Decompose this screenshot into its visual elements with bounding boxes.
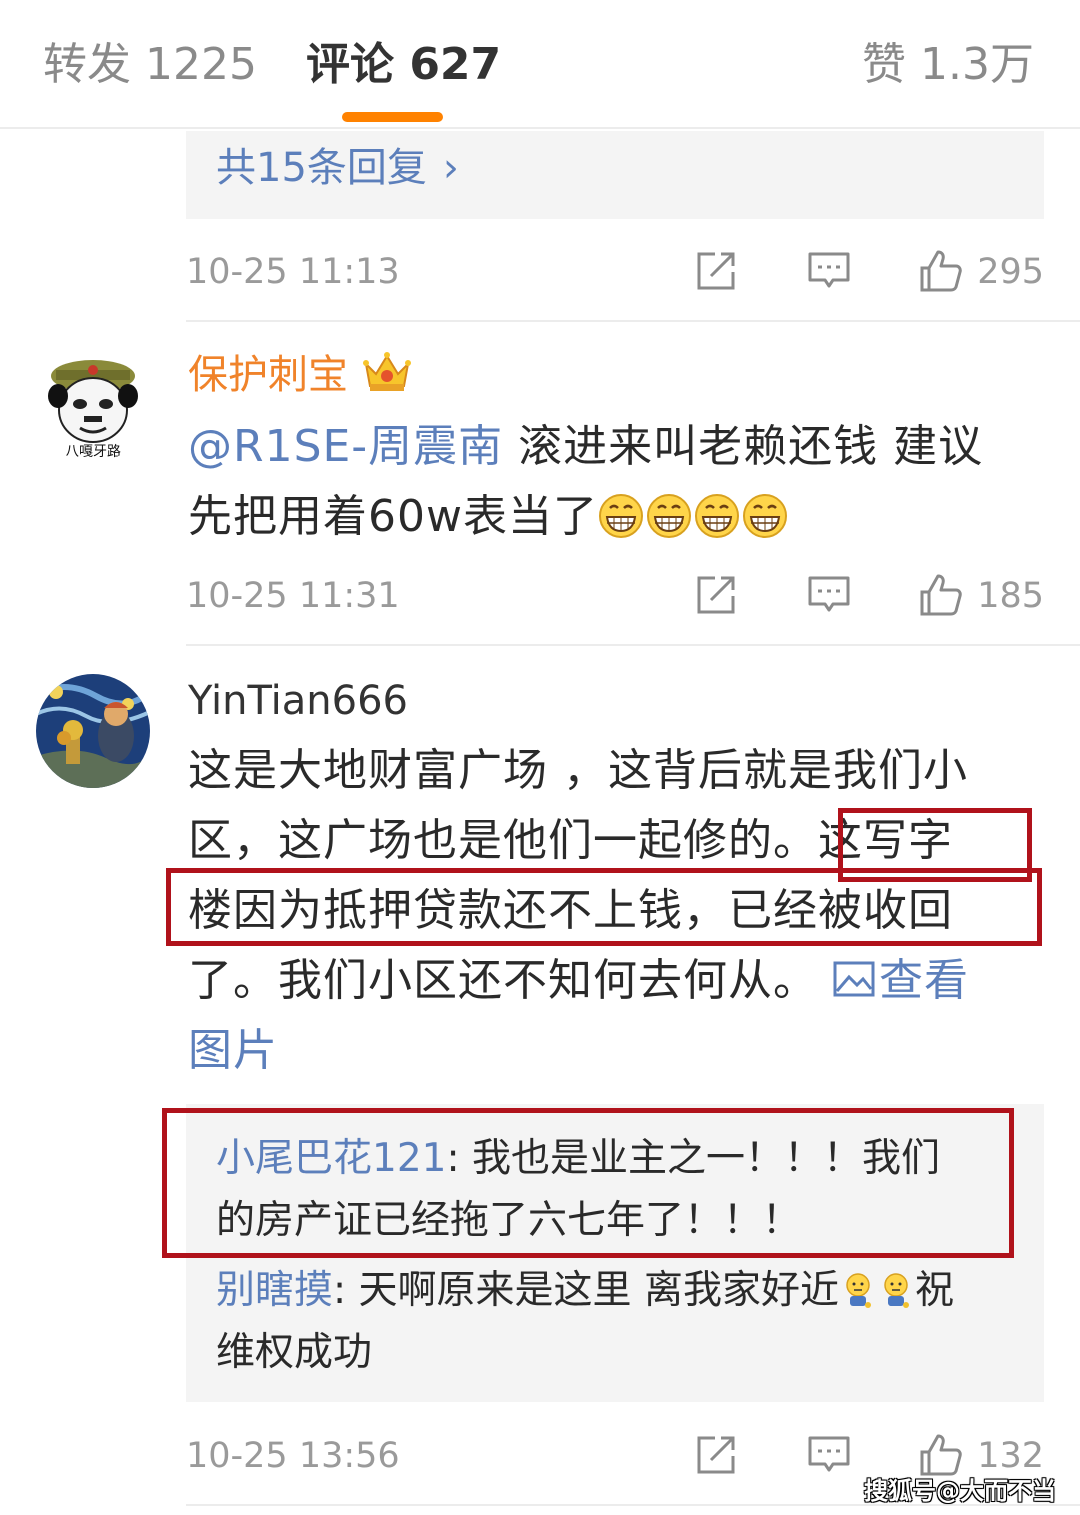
comment-line: 楼因为抵押贷款还不上钱，已经被收回 <box>188 885 953 936</box>
comment-time: 10-25 13:56 <box>186 1436 400 1476</box>
crown-badge-icon <box>362 350 412 394</box>
like-thumb-icon[interactable] <box>918 248 964 294</box>
like-count: 132 <box>977 1436 1044 1476</box>
tab-forward[interactable]: 转发 1225 <box>43 38 257 92</box>
grin-emoji-icon <box>694 490 740 538</box>
reply-icon[interactable] <box>806 248 852 294</box>
comment-line: 这是大地财富广场 ，这背后就是我们小 <box>188 745 968 796</box>
reply-item[interactable]: 小尾巴花121: 我也是业主之一！！！我们 的房产证已经拖了六七年了！！！ <box>216 1128 1026 1252</box>
comment-line: @R1SE-周震南 滚进来叫老赖还钱 建议 <box>188 412 1038 482</box>
comment-line: 先把用着60w表当了 <box>188 482 1038 552</box>
tab-bar: 转发 1225 评论 627 赞 1.3万 <box>0 0 1080 129</box>
watermark: 搜狐号@大而不当 <box>864 1477 1056 1505</box>
comment-text: 先把用着60w表当了 <box>188 491 598 542</box>
more-replies-label: 共15条回复 <box>216 145 427 191</box>
reply-username[interactable]: 别瞎摸 <box>216 1268 333 1313</box>
comment-body: 这是大地财富广场 ，这背后就是我们小 区，这广场也是他们一起修的。这写字 楼因为… <box>188 736 1038 1086</box>
active-tab-indicator <box>342 112 443 122</box>
share-icon[interactable] <box>693 1432 739 1478</box>
grin-emoji-icon <box>646 490 692 538</box>
panda-meme-avatar-icon: 八嘎牙路 <box>36 348 150 462</box>
starry-night-avatar-icon <box>36 674 150 788</box>
comment-meta-row: 10-25 11:31 185 <box>186 572 1044 620</box>
comment-time: 10-25 11:31 <box>186 576 400 616</box>
awkward-emoji-icon <box>841 1268 875 1308</box>
avatar[interactable]: 八嘎牙路 <box>36 348 150 462</box>
comment-line[interactable]: 图片 <box>188 1016 1038 1086</box>
comment-line: 区，这广场也是他们一起修的。这写字 <box>188 815 953 866</box>
reply-text: : 我也是业主之一！！！我们 <box>446 1136 940 1181</box>
comment-text: 滚进来叫老赖还钱 建议 <box>503 421 984 472</box>
share-icon[interactable] <box>693 248 739 294</box>
reply-line: 别瞎摸: 天啊原来是这里 离我家好近 祝 <box>216 1260 1026 1322</box>
reply-line: 的房产证已经拖了六七年了！！！ <box>216 1198 802 1243</box>
avatar[interactable] <box>36 674 150 788</box>
reply-icon[interactable] <box>806 572 852 618</box>
comment-username[interactable]: YinTian666 <box>188 676 408 726</box>
username-text: 保护刺宝 <box>188 352 348 398</box>
view-image-link[interactable]: 查看 <box>833 955 969 1006</box>
reply-line: 小尾巴花121: 我也是业主之一！！！我们 <box>216 1128 1026 1190</box>
svg-text:八嘎牙路: 八嘎牙路 <box>65 444 121 460</box>
reply-text: 祝 <box>914 1268 954 1313</box>
comment-time: 10-25 11:13 <box>186 252 400 292</box>
like-count: 295 <box>977 252 1044 292</box>
chevron-right-icon: › <box>442 145 459 191</box>
comment-username[interactable]: 保护刺宝 <box>188 350 412 400</box>
like-count: 185 <box>977 576 1044 616</box>
grin-emoji-icon <box>742 490 788 538</box>
like-thumb-icon[interactable] <box>918 1432 964 1478</box>
reply-text: : 天啊原来是这里 离我家好近 <box>333 1268 839 1313</box>
comment-divider <box>186 320 1080 322</box>
mention-link[interactable]: @R1SE-周震南 <box>188 421 503 472</box>
reply-box: 小尾巴花121: 我也是业主之一！！！我们 的房产证已经拖了六七年了！！！ 别瞎… <box>186 1104 1044 1402</box>
comment-divider <box>186 644 1080 646</box>
more-replies-link[interactable]: 共15条回复 › <box>216 143 459 193</box>
comment-meta-row: 10-25 13:56 132 <box>186 1432 1044 1480</box>
comment-body: @R1SE-周震南 滚进来叫老赖还钱 建议 先把用着60w表当了 <box>188 412 1038 552</box>
tab-likes[interactable]: 赞 1.3万 <box>862 38 1034 92</box>
reply-icon[interactable] <box>806 1432 852 1478</box>
reply-item[interactable]: 别瞎摸: 天啊原来是这里 离我家好近 祝 维权成功 <box>216 1260 1026 1384</box>
grin-emoji-icon <box>598 490 644 538</box>
image-icon <box>833 948 875 997</box>
awkward-emoji-icon <box>879 1268 913 1308</box>
comment-line: 了。我们小区还不知何去何从。 查看 <box>188 946 1038 1016</box>
like-thumb-icon[interactable] <box>918 572 964 618</box>
share-icon[interactable] <box>693 572 739 618</box>
tab-comments[interactable]: 评论 627 <box>306 38 501 92</box>
reply-box: 共15条回复 › <box>186 131 1044 219</box>
reply-line: 维权成功 <box>216 1330 373 1375</box>
view-image-link-label: 查看 <box>879 955 969 1006</box>
comment-meta-row: 10-25 11:13 295 <box>186 248 1044 296</box>
comment-text: 了。我们小区还不知何去何从。 <box>188 955 818 1006</box>
reply-username[interactable]: 小尾巴花121 <box>216 1136 446 1181</box>
